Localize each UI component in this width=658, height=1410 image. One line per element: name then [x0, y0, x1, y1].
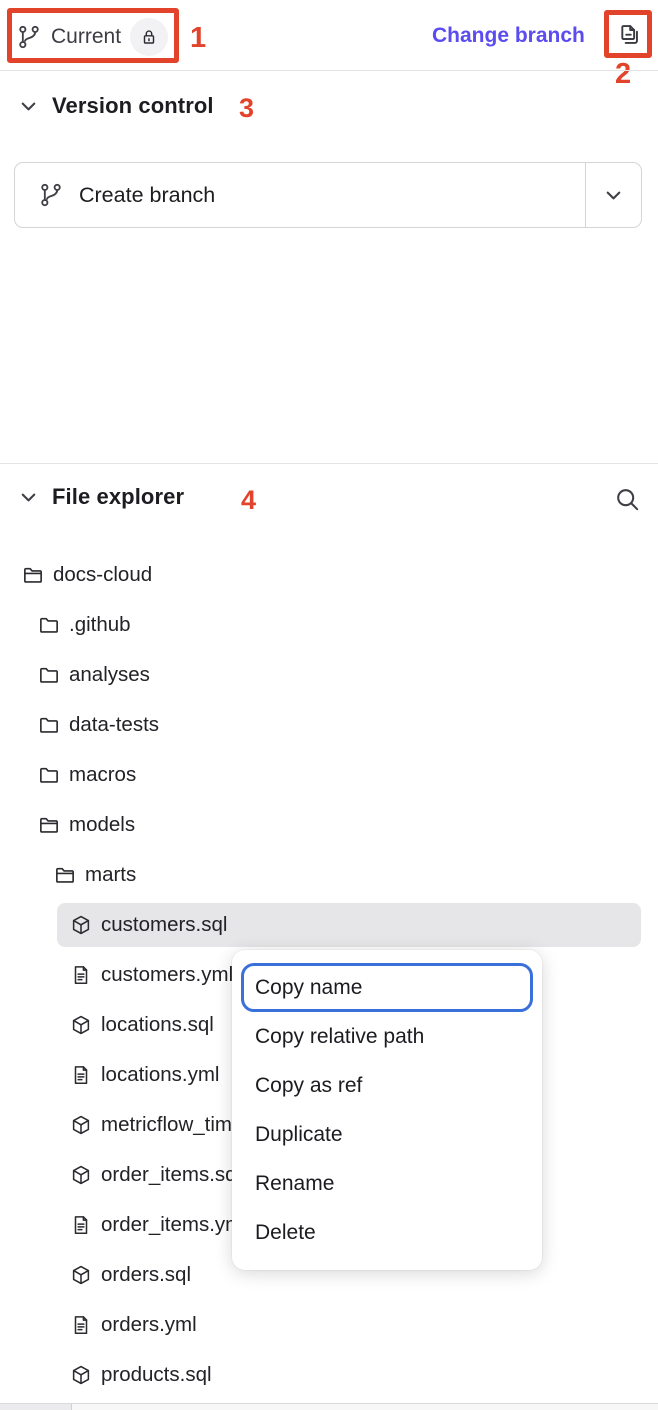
tree-item-analyses[interactable]: analyses [0, 650, 658, 700]
tree-item-label: data-tests [69, 713, 159, 737]
create-branch-dropdown[interactable] [585, 163, 641, 227]
tree-item-label: order_items.yml [101, 1213, 247, 1237]
folder-icon [38, 664, 60, 686]
chevron-down-icon [603, 185, 624, 206]
current-branch-label: Current [51, 25, 121, 49]
context-menu-item-copy-relative-path[interactable]: Copy relative path [232, 1012, 542, 1061]
tree-item-marts[interactable]: marts [0, 850, 658, 900]
bottom-panel-corner [0, 1404, 72, 1410]
tree-item-docs-cloud[interactable]: docs-cloud [0, 550, 658, 600]
annotation-number-3: 3 [239, 95, 254, 122]
annotation-number-2: 2 [615, 60, 631, 89]
tree-item-macros[interactable]: macros [0, 750, 658, 800]
tree-item-label: customers.yml [101, 963, 233, 987]
model-cube-icon [70, 1114, 92, 1136]
document-icon [70, 1314, 92, 1336]
version-control-title: Version control [52, 93, 214, 119]
model-cube-icon [70, 1364, 92, 1386]
tree-item-label: products.sql [101, 1363, 212, 1387]
tree-item-label: locations.yml [101, 1063, 220, 1087]
git-branch-icon [16, 24, 42, 50]
file-explorer-title: File explorer [52, 484, 184, 510]
tree-item-label: orders.yml [101, 1313, 197, 1337]
document-icon [70, 1214, 92, 1236]
file-search-button[interactable] [611, 483, 643, 515]
folder-icon [38, 614, 60, 636]
bottom-panel-edge [0, 1403, 658, 1410]
context-menu-item-copy-as-ref[interactable]: Copy as ref [232, 1061, 542, 1110]
annotation-number-1: 1 [190, 24, 206, 53]
tree-item-label: orders.sql [101, 1263, 191, 1287]
tree-item-label: models [69, 813, 135, 837]
context-menu-item-copy-name[interactable]: Copy name [241, 963, 533, 1012]
model-cube-icon [70, 1264, 92, 1286]
file-context-menu: Copy nameCopy relative pathCopy as refDu… [232, 950, 542, 1270]
tree-item-label: marts [85, 863, 136, 887]
create-branch-main[interactable]: Create branch [15, 163, 585, 227]
top-divider [0, 70, 658, 71]
tree-item-customers.sql[interactable]: customers.sql [0, 900, 658, 950]
chevron-down-icon[interactable] [18, 96, 39, 117]
lock-badge [130, 18, 168, 56]
tree-item-models[interactable]: models [0, 800, 658, 850]
ide-sidebar: Current Change branch 1 2 3 4 Version co… [0, 0, 658, 1410]
folder-open-icon [38, 814, 60, 836]
change-branch-link[interactable]: Change branch [432, 24, 585, 48]
git-branch-icon [38, 182, 64, 208]
folder-open-icon [22, 564, 44, 586]
create-branch-button[interactable]: Create branch [14, 162, 642, 228]
copy-branch-name-button[interactable] [609, 15, 647, 53]
copy-icon [615, 21, 642, 48]
tree-item-label: macros [69, 763, 136, 787]
document-icon [70, 964, 92, 986]
tree-item-label: analyses [69, 663, 150, 687]
folder-icon [38, 714, 60, 736]
context-menu-item-delete[interactable]: Delete [232, 1208, 542, 1257]
tree-item-products.sql[interactable]: products.sql [0, 1350, 658, 1400]
folder-open-icon [54, 864, 76, 886]
folder-icon [38, 764, 60, 786]
annotation-number-4: 4 [241, 487, 256, 514]
context-menu-item-duplicate[interactable]: Duplicate [232, 1110, 542, 1159]
tree-item-data-tests[interactable]: data-tests [0, 700, 658, 750]
tree-item-.github[interactable]: .github [0, 600, 658, 650]
current-branch-group[interactable]: Current [16, 14, 168, 60]
document-icon [70, 1064, 92, 1086]
tree-item-label: docs-cloud [53, 563, 152, 587]
section-divider [0, 463, 658, 464]
tree-item-label: order_items.sql [101, 1163, 241, 1187]
model-cube-icon [70, 914, 92, 936]
model-cube-icon [70, 1164, 92, 1186]
tree-item-label: customers.sql [101, 913, 227, 937]
context-menu-item-rename[interactable]: Rename [232, 1159, 542, 1208]
model-cube-icon [70, 1014, 92, 1036]
lock-icon [140, 28, 158, 46]
create-branch-label: Create branch [79, 183, 215, 208]
chevron-down-icon[interactable] [18, 487, 39, 508]
tree-item-orders.yml[interactable]: orders.yml [0, 1300, 658, 1350]
tree-item-label: .github [69, 613, 131, 637]
search-icon [613, 485, 642, 514]
tree-item-label: locations.sql [101, 1013, 214, 1037]
